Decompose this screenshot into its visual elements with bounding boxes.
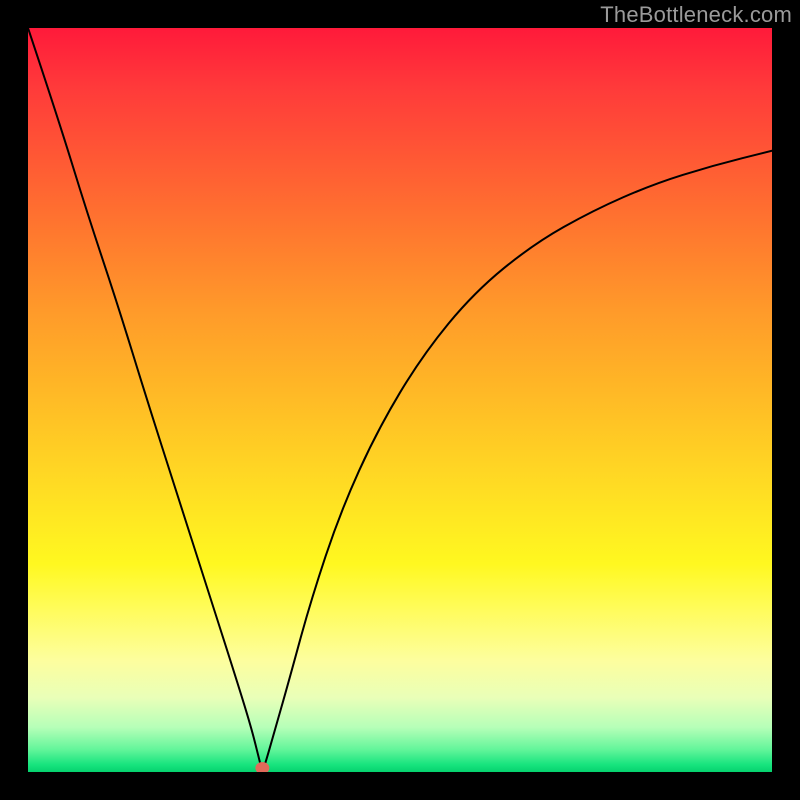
bottleneck-curve	[28, 28, 772, 769]
watermark-text: TheBottleneck.com	[600, 2, 792, 28]
plot-area	[28, 28, 772, 772]
curve-layer	[28, 28, 772, 772]
chart-frame: TheBottleneck.com	[0, 0, 800, 800]
optimum-marker	[255, 762, 269, 772]
